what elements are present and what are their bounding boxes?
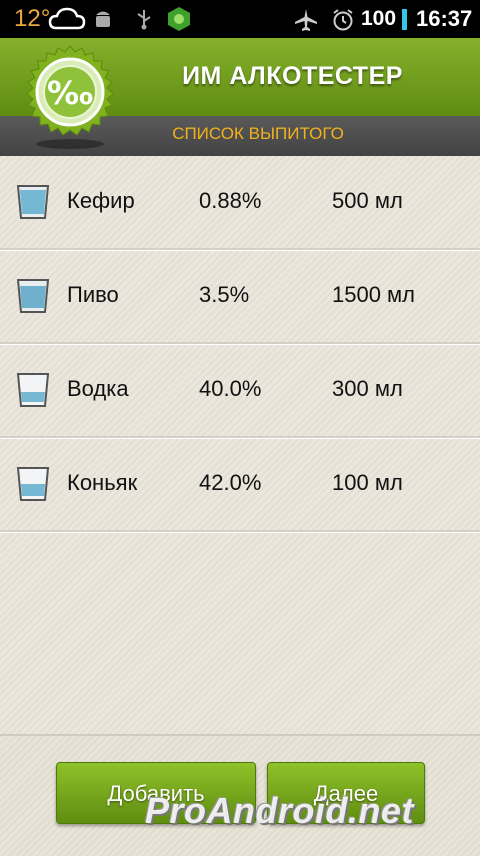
drink-percent: 0.88% [199, 188, 262, 213]
drink-volume: 300 мл [332, 376, 403, 401]
app-title: ИМ АЛКОТЕСТЕР [182, 62, 403, 90]
drink-volume: 100 мл [332, 470, 403, 495]
drink-percent: 40.0% [199, 376, 262, 401]
screen-subtitle: СПИСОК ВЫПИТОГО [172, 124, 344, 143]
android-debug-icon [96, 11, 110, 27]
next-button[interactable]: Далее [267, 762, 425, 824]
drink-volume: 1500 мл [332, 282, 416, 307]
glass-icon [16, 185, 50, 219]
status-bar: 12° 100 16:37 [0, 0, 480, 38]
drink-name: Кефир [67, 188, 135, 213]
alarm-icon [333, 9, 353, 31]
drink-name: Пиво [67, 282, 119, 307]
add-button[interactable]: Добавить [56, 762, 256, 824]
drink-percent: 3.5% [199, 282, 250, 307]
glass-icon [16, 279, 50, 313]
temperature: 12° [14, 5, 51, 32]
percent-mille-badge-icon: ‰ [26, 45, 114, 149]
usb-icon [137, 10, 151, 30]
list-item[interactable]: Пиво 3.5% 1500 мл [0, 250, 480, 344]
list-item[interactable]: Кефир 0.88% 500 мл [0, 156, 480, 250]
security-shield-icon [168, 7, 190, 31]
drink-name: Коньяк [67, 470, 138, 495]
drinks-list: Кефир 0.88% 500 мл Пиво 3.5% 1500 мл Вод… [0, 156, 480, 734]
battery-icon [402, 9, 407, 30]
glass-icon [16, 467, 50, 501]
cloud-icon [48, 7, 86, 30]
glass-icon [16, 373, 50, 407]
svg-text:‰: ‰ [47, 74, 93, 112]
list-item[interactable]: Водка 40.0% 300 мл [0, 344, 480, 438]
drink-volume: 500 мл [332, 188, 403, 213]
airplane-mode-icon [295, 9, 317, 31]
drink-percent: 42.0% [199, 470, 262, 495]
battery-level: 100 [361, 7, 397, 30]
drink-name: Водка [67, 376, 129, 401]
clock: 16:37 [416, 6, 473, 31]
list-item[interactable]: Коньяк 42.0% 100 мл [0, 438, 480, 532]
